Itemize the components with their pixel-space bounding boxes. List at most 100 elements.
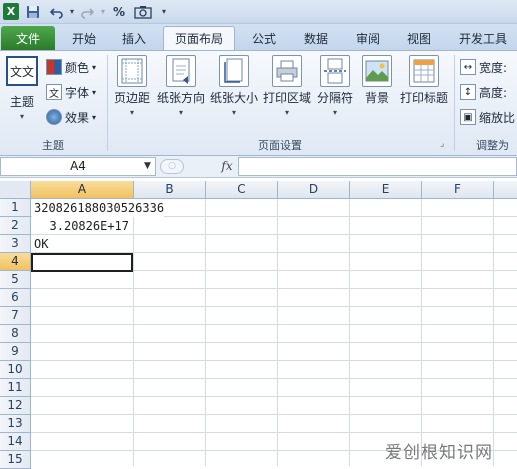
themes-label: 主题 <box>9 95 34 109</box>
column-header-d[interactable]: D <box>278 181 350 199</box>
column-header-g-partial[interactable] <box>494 181 517 199</box>
row-header[interactable]: 2 <box>0 217 31 235</box>
tab-file[interactable]: 文件 <box>1 26 55 50</box>
effects-icon <box>46 109 62 125</box>
tab-review[interactable]: 审阅 <box>346 26 390 50</box>
column-header-e[interactable]: E <box>350 181 422 199</box>
scale-control[interactable]: ▣ 缩放比 <box>460 107 515 127</box>
chevron-down-icon: ▾ <box>284 108 289 117</box>
chevron-down-icon: ▾ <box>92 87 97 97</box>
select-all-corner[interactable] <box>0 181 31 199</box>
formula-input[interactable] <box>238 157 517 176</box>
tab-data[interactable]: 数据 <box>294 26 338 50</box>
scale-group-label: 调整为 <box>476 139 509 152</box>
breaks-button[interactable]: 分隔符 ▾ <box>315 55 355 117</box>
tab-insert[interactable]: 插入 <box>112 26 156 50</box>
percent-style-icon[interactable]: % <box>112 3 126 20</box>
gridline <box>31 288 517 289</box>
print-titles-button[interactable]: 打印标题 <box>399 55 449 106</box>
gridline <box>205 199 206 466</box>
customize-toolbar-icon[interactable]: ▾ <box>159 3 169 20</box>
chevron-down-icon: ▾ <box>92 112 97 122</box>
save-icon[interactable] <box>26 3 40 20</box>
margins-label: 页边距 <box>113 91 150 105</box>
worksheet-grid[interactable]: A B C D E F 1 2 3 4 5 6 7 8 9 10 11 12 1… <box>0 178 517 469</box>
row-header[interactable]: 4 <box>0 253 31 271</box>
gridline <box>421 199 422 466</box>
column-header-f[interactable]: F <box>422 181 494 199</box>
print-area-button[interactable]: 打印区域 ▾ <box>262 55 312 117</box>
insert-function-icon[interactable]: fx <box>218 157 236 176</box>
fonts-button[interactable]: 文 字体 ▾ <box>46 82 96 102</box>
row-header[interactable]: 13 <box>0 415 31 433</box>
row-header[interactable]: 12 <box>0 397 31 415</box>
column-header-c[interactable]: C <box>206 181 278 199</box>
row-header[interactable]: 9 <box>0 343 31 361</box>
gridline <box>31 396 517 397</box>
orientation-button[interactable]: 纸张方向 ▾ <box>156 55 206 117</box>
tab-home[interactable]: 开始 <box>62 26 106 50</box>
tab-formulas[interactable]: 公式 <box>242 26 286 50</box>
row-header[interactable]: 15 <box>0 451 31 469</box>
page-setup-group-label: 页面设置 <box>258 139 302 152</box>
print-titles-icon <box>409 55 439 87</box>
gridline <box>31 342 517 343</box>
gridline <box>349 199 350 466</box>
gridline <box>493 199 494 466</box>
row-header[interactable]: 1 <box>0 199 31 217</box>
colors-label: 颜色 <box>65 60 90 75</box>
column-header-b[interactable]: B <box>134 181 206 199</box>
height-icon: ↕ <box>460 84 476 100</box>
chevron-down-icon[interactable]: ▼ <box>144 158 151 175</box>
redo-dropdown-icon[interactable]: ▾ <box>99 3 107 20</box>
tab-page-layout[interactable]: 页面布局 <box>163 26 235 50</box>
effects-button[interactable]: 效果 ▾ <box>46 107 96 127</box>
ribbon-page-layout: 文文 主题 ▾ 颜色 ▾ 文 字体 ▾ 效果 ▾ 主题 页边距 ▾ 纸张方向 ▾ <box>0 50 517 156</box>
cell-a1[interactable]: 320826188030526336 <box>32 199 165 217</box>
row-header[interactable]: 5 <box>0 271 31 289</box>
font-icon: 文 <box>46 84 62 100</box>
ribbon-tabs: 文件 开始 插入 页面布局 公式 数据 审阅 视图 开发工具 <box>0 24 517 50</box>
orientation-label: 纸张方向 <box>156 91 205 105</box>
print-titles-label: 打印标题 <box>399 91 448 105</box>
redo-icon[interactable] <box>80 3 94 20</box>
row-header[interactable]: 3 <box>0 235 31 253</box>
width-icon: ↔ <box>460 59 476 75</box>
cell-a2[interactable]: 3.20826E+17 <box>32 217 133 235</box>
colors-button[interactable]: 颜色 ▾ <box>46 57 96 77</box>
tab-view[interactable]: 视图 <box>397 26 441 50</box>
margins-button[interactable]: 页边距 ▾ <box>112 55 152 117</box>
active-cell-a4[interactable] <box>31 253 133 272</box>
dialog-launcher-icon[interactable]: ⌟ <box>440 139 444 149</box>
background-label: 背景 <box>364 91 389 105</box>
size-button[interactable]: 纸张大小 ▾ <box>209 55 259 117</box>
undo-icon[interactable] <box>50 3 64 20</box>
camera-icon[interactable] <box>133 3 153 20</box>
background-button[interactable]: 背景 <box>359 55 395 106</box>
name-box[interactable]: A4 <box>0 157 156 176</box>
row-header[interactable]: 7 <box>0 307 31 325</box>
themes-icon: 文文 <box>6 56 38 86</box>
gridline <box>277 199 278 466</box>
formula-bar-resize-handle[interactable]: ○ <box>160 159 184 174</box>
row-header[interactable]: 11 <box>0 379 31 397</box>
undo-dropdown-icon[interactable]: ▾ <box>68 3 76 20</box>
chevron-down-icon: ▾ <box>332 108 337 117</box>
chevron-down-icon: ▾ <box>178 108 183 117</box>
gridline <box>31 306 517 307</box>
height-label: 高度: <box>479 85 508 100</box>
row-header[interactable]: 8 <box>0 325 31 343</box>
column-header-a[interactable]: A <box>31 181 134 199</box>
row-header[interactable]: 6 <box>0 289 31 307</box>
height-control[interactable]: ↕ 高度: <box>460 82 507 102</box>
gridline <box>31 378 517 379</box>
cell-a3[interactable]: OK <box>32 235 48 253</box>
row-header[interactable]: 14 <box>0 433 31 451</box>
gridline <box>31 432 517 433</box>
row-header[interactable]: 10 <box>0 361 31 379</box>
width-control[interactable]: ↔ 宽度: <box>460 57 507 77</box>
tab-developer[interactable]: 开发工具 <box>450 26 516 50</box>
excel-logo-icon[interactable]: X <box>3 3 19 20</box>
watermark: 爱创根知识网 <box>385 443 493 463</box>
gridline <box>31 324 517 325</box>
